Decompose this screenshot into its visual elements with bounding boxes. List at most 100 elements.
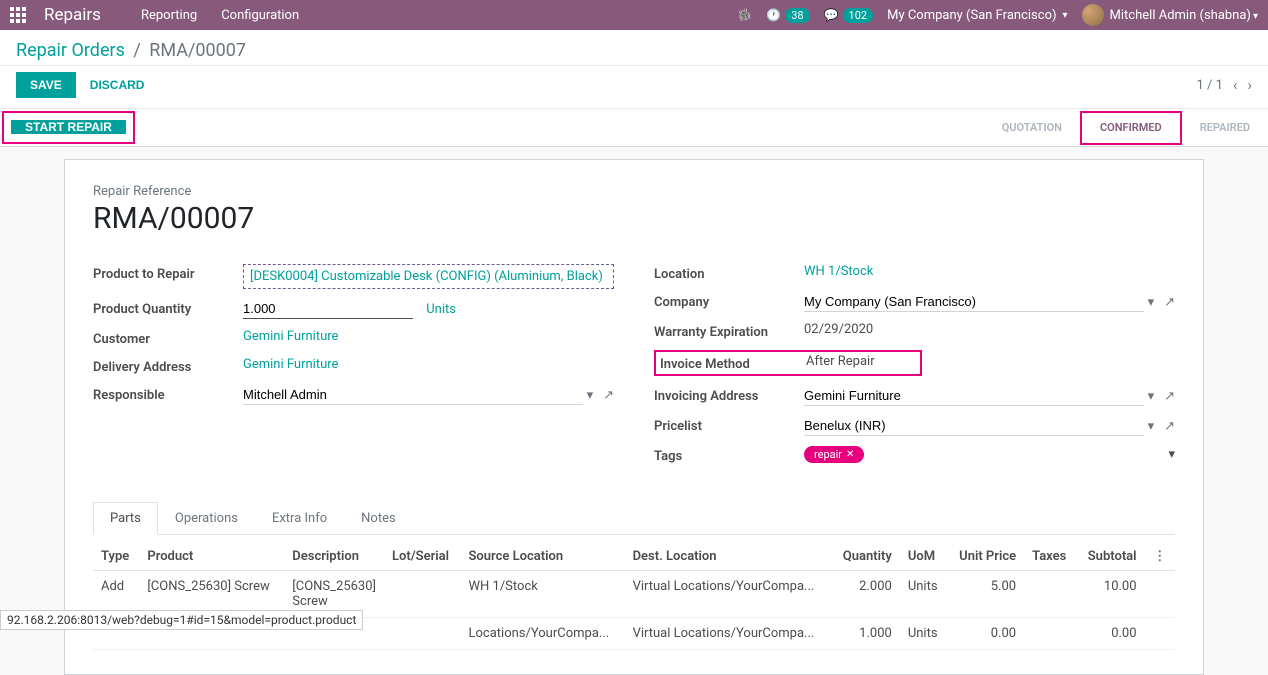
cell-taxes[interactable] — [1024, 618, 1077, 650]
cell-dest[interactable]: Virtual Locations/YourCompa... — [625, 618, 832, 650]
parts-table: Type Product Description Lot/Serial Sour… — [93, 543, 1175, 650]
th-taxes[interactable]: Taxes — [1024, 543, 1077, 571]
apps-icon[interactable] — [10, 7, 26, 23]
cell-dest[interactable]: Virtual Locations/YourCompa... — [625, 571, 832, 618]
avatar — [1082, 4, 1104, 26]
th-more-icon[interactable]: ⋮ — [1145, 543, 1175, 571]
product-to-repair-label: Product to Repair — [93, 264, 243, 282]
th-uom[interactable]: UoM — [900, 543, 948, 571]
th-subtotal[interactable]: Subtotal — [1077, 543, 1145, 571]
cell-lot[interactable] — [384, 571, 461, 618]
external-link-icon[interactable]: ↗ — [603, 388, 614, 403]
topbar: Repairs Reporting Configuration 🕐38 💬102… — [0, 0, 1268, 30]
cell-lot[interactable] — [384, 618, 461, 650]
th-lot[interactable]: Lot/Serial — [384, 543, 461, 571]
breadcrumb-parent[interactable]: Repair Orders — [16, 40, 125, 61]
tab-notes[interactable]: Notes — [344, 502, 413, 534]
cell-uom[interactable]: Units — [900, 571, 948, 618]
warranty-field[interactable]: 02/29/2020 — [804, 322, 1175, 337]
chevron-down-icon[interactable]: ▾ — [1144, 419, 1159, 434]
invoice-method-field[interactable]: After Repair — [806, 354, 916, 372]
tab-extra-info[interactable]: Extra Info — [255, 502, 344, 534]
cell-price[interactable]: 5.00 — [948, 571, 1024, 618]
tags-field[interactable]: repair ✕ ▾ — [804, 446, 1175, 464]
breadcrumb-current: RMA/00007 — [149, 40, 246, 61]
th-src[interactable]: Source Location — [460, 543, 624, 571]
responsible-input[interactable] — [243, 385, 583, 405]
debug-icon[interactable] — [737, 8, 752, 23]
step-quotation[interactable]: QUOTATION — [984, 109, 1080, 147]
th-type[interactable]: Type — [93, 543, 139, 571]
start-repair-button[interactable]: START REPAIR — [11, 120, 126, 134]
tab-parts[interactable]: Parts — [93, 502, 158, 535]
table-header-row: Type Product Description Lot/Serial Sour… — [93, 543, 1175, 571]
topbar-right: 🕐38 💬102 My Company (San Francisco) Mitc… — [737, 4, 1258, 26]
tabs: Parts Operations Extra Info Notes — [93, 502, 1175, 535]
status-row: START REPAIR QUOTATION CONFIRMED REPAIRE… — [0, 109, 1268, 147]
company-selector[interactable]: My Company (San Francisco) — [887, 8, 1067, 23]
th-description[interactable]: Description — [284, 543, 384, 571]
location-field[interactable]: WH 1/Stock — [804, 264, 1175, 279]
step-confirmed[interactable]: CONFIRMED — [1080, 111, 1182, 145]
tag-remove-icon[interactable]: ✕ — [846, 449, 854, 460]
start-repair-highlight: START REPAIR — [2, 111, 135, 144]
delivery-address-field[interactable]: Gemini Furniture — [243, 357, 614, 372]
cell-src[interactable]: Locations/YourCompa... — [460, 618, 624, 650]
breadcrumb-bar: Repair Orders / RMA/00007 — [0, 30, 1268, 66]
chevron-down-icon[interactable]: ▾ — [583, 388, 598, 403]
customer-field[interactable]: Gemini Furniture — [243, 329, 614, 344]
cell-uom[interactable]: Units — [900, 618, 948, 650]
messages-indicator[interactable]: 💬102 — [824, 8, 874, 23]
app-brand: Repairs — [44, 5, 101, 25]
product-to-repair-field[interactable]: [DESK0004] Customizable Desk (CONFIG) (A… — [243, 264, 614, 289]
product-qty-uom[interactable]: Units — [426, 302, 456, 317]
chevron-down-icon[interactable]: ▾ — [1144, 295, 1159, 310]
activity-indicator[interactable]: 🕐38 — [766, 8, 809, 23]
pricelist-input[interactable] — [804, 416, 1144, 436]
company-label: Company — [654, 292, 804, 310]
menu-configuration[interactable]: Configuration — [221, 8, 299, 23]
location-label: Location — [654, 264, 804, 282]
product-qty-input[interactable] — [243, 299, 413, 319]
th-product[interactable]: Product — [139, 543, 284, 571]
cell-qty[interactable]: 2.000 — [832, 571, 900, 618]
messages-count: 102 — [843, 8, 874, 23]
pager: 1 / 1 ‹ › — [1197, 76, 1252, 94]
tag-repair[interactable]: repair ✕ — [804, 446, 864, 463]
invoicing-address-input[interactable] — [804, 386, 1144, 406]
th-qty[interactable]: Quantity — [832, 543, 900, 571]
invoice-method-label: Invoice Method — [660, 354, 806, 372]
pager-prev-icon[interactable]: ‹ — [1233, 76, 1238, 94]
company-field: ▾ ↗ — [804, 292, 1175, 312]
status-url-hint: 92.168.2.206:8013/web?debug=1#id=15&mode… — [0, 610, 363, 630]
cell-src[interactable]: WH 1/Stock — [460, 571, 624, 618]
cell-taxes[interactable] — [1024, 571, 1077, 618]
repair-reference-value: RMA/00007 — [93, 201, 1175, 236]
save-button[interactable]: SAVE — [16, 72, 76, 98]
menu-reporting[interactable]: Reporting — [141, 8, 197, 23]
chevron-down-icon[interactable]: ▾ — [1144, 389, 1159, 404]
th-price[interactable]: Unit Price — [948, 543, 1024, 571]
external-link-icon[interactable]: ↗ — [1164, 389, 1175, 404]
responsible-label: Responsible — [93, 385, 243, 403]
th-dest[interactable]: Dest. Location — [625, 543, 832, 571]
external-link-icon[interactable]: ↗ — [1164, 419, 1175, 434]
cell-qty[interactable]: 1.000 — [832, 618, 900, 650]
top-menu: Reporting Configuration — [141, 8, 299, 23]
invoicing-address-label: Invoicing Address — [654, 386, 804, 404]
step-repaired[interactable]: REPAIRED — [1182, 109, 1268, 147]
tab-operations[interactable]: Operations — [158, 502, 255, 534]
user-menu[interactable]: Mitchell Admin (shabna) — [1082, 4, 1258, 26]
discard-button[interactable]: DISCARD — [90, 78, 145, 92]
external-link-icon[interactable]: ↗ — [1164, 295, 1175, 310]
tag-label: repair — [814, 448, 842, 461]
cell-price[interactable]: 0.00 — [948, 618, 1024, 650]
cell-subtotal[interactable]: 10.00 — [1077, 571, 1145, 618]
left-column: Product to Repair [DESK0004] Customizabl… — [93, 264, 614, 474]
cell-subtotal[interactable]: 0.00 — [1077, 618, 1145, 650]
company-input[interactable] — [804, 292, 1144, 312]
pager-next-icon[interactable]: › — [1247, 76, 1252, 94]
product-qty-label: Product Quantity — [93, 299, 243, 317]
right-column: Location WH 1/Stock Company ▾ ↗ Warranty… — [654, 264, 1175, 474]
chevron-down-icon[interactable]: ▾ — [1168, 447, 1175, 462]
